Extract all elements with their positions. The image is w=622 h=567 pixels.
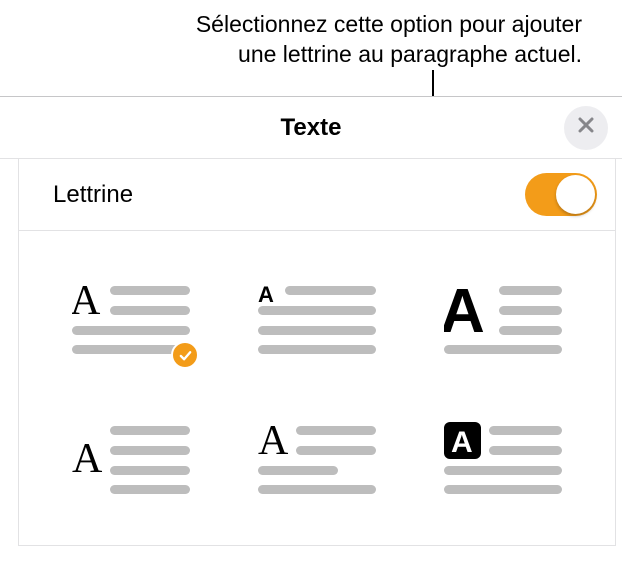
drop-cap-toggle[interactable]	[525, 173, 597, 216]
svg-text:A: A	[72, 436, 103, 482]
panel-title: Texte	[281, 114, 342, 142]
drop-cap-style-raised-indent[interactable]: A	[53, 413, 209, 503]
text-format-panel: Texte Lettrine A	[0, 96, 622, 567]
close-button[interactable]	[564, 106, 608, 150]
selected-checkmark	[171, 341, 199, 369]
panel-body: Lettrine A	[18, 159, 616, 546]
svg-text:A: A	[444, 282, 485, 346]
callout-text: Sélectionnez cette option pour ajouter u…	[102, 10, 582, 70]
drop-cap-style-two-lines[interactable]: A	[53, 273, 209, 363]
drop-cap-style-raised-aligned[interactable]: A	[239, 413, 395, 503]
drop-cap-boxed-icon: A	[444, 422, 562, 494]
callout-line-1: Sélectionnez cette option pour ajouter	[196, 11, 582, 37]
drop-cap-styles-grid: A A	[19, 231, 615, 545]
drop-cap-toggle-label: Lettrine	[53, 181, 133, 209]
drop-cap-style-boxed[interactable]: A	[425, 413, 581, 503]
drop-cap-two-lines-icon: A	[72, 282, 190, 354]
callout: Sélectionnez cette option pour ajouter u…	[0, 0, 622, 70]
drop-cap-raised-indent-icon: A	[72, 422, 190, 494]
svg-text:A: A	[258, 422, 289, 464]
drop-cap-toggle-row: Lettrine	[19, 159, 615, 231]
svg-text:A: A	[451, 426, 473, 459]
close-icon	[576, 115, 596, 140]
drop-cap-large-bold-icon: A	[444, 282, 562, 354]
callout-line-2: une lettrine au paragraphe actuel.	[238, 41, 582, 67]
drop-cap-raised-aligned-icon: A	[258, 422, 376, 494]
switch-knob	[556, 175, 595, 214]
svg-text:A: A	[258, 282, 274, 307]
drop-cap-style-large-bold[interactable]: A	[425, 273, 581, 363]
svg-text:A: A	[72, 282, 101, 324]
drop-cap-style-small[interactable]: A	[239, 273, 395, 363]
drop-cap-small-icon: A	[258, 282, 376, 354]
panel-header: Texte	[0, 97, 622, 159]
